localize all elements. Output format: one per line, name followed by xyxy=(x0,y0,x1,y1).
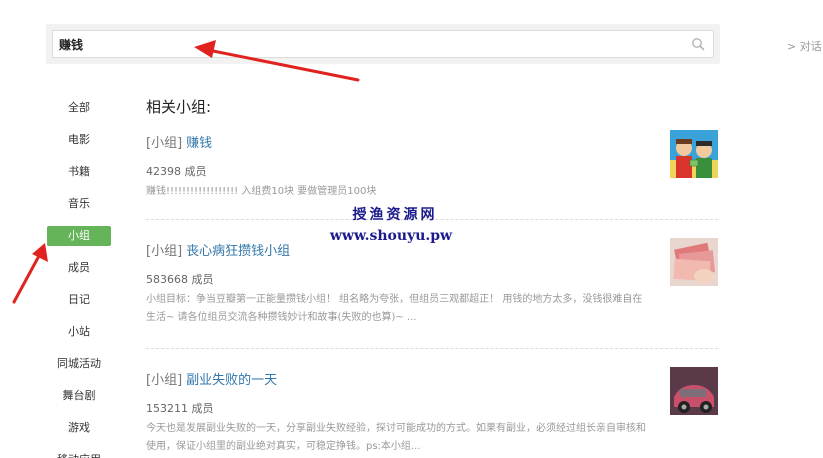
group-name-link[interactable]: 副业失败的一天 xyxy=(186,373,277,388)
search-bar xyxy=(46,24,720,64)
group-description: 赚钱!!!!!!!!!!!!!!!!!! 入组费10块 要做管理员100块 xyxy=(146,186,377,197)
group-result: [小组] 丧心病狂攒钱小组 583668 成员 小组目标：争当豆瓣第一正能量攒钱小… xyxy=(146,238,718,327)
sidebar-item-diary[interactable]: 日记 xyxy=(44,284,114,316)
group-result: [小组] 副业失败的一天 153211 成员 今天也是发展副业失败的一天，分享副业… xyxy=(146,367,718,456)
watermark-url: www.shouyu.pw xyxy=(329,228,453,244)
arrow-to-groups-icon xyxy=(12,243,48,304)
category-sidebar: 全部 电影 书籍 音乐 小组 成员 日记 小站 同城活动 舞台剧 游戏 移动应用 xyxy=(44,92,114,458)
group-avatar[interactable] xyxy=(670,130,718,178)
result-divider xyxy=(146,348,718,349)
group-description: 今天也是发展副业失败的一天，分享副业失败经验，探讨可能成功的方式。如果有副业，必… xyxy=(146,423,646,452)
result-tag: [小组] xyxy=(146,244,183,259)
sidebar-item-books[interactable]: 书籍 xyxy=(44,156,114,188)
result-tag: [小组] xyxy=(146,373,183,388)
sidebar-item-drama[interactable]: 舞台剧 xyxy=(44,380,114,412)
member-count: 42398 成员 xyxy=(146,165,207,178)
group-avatar[interactable] xyxy=(670,367,718,415)
result-heading: [小组] 副业失败的一天 xyxy=(146,369,718,388)
group-name-link[interactable]: 丧心病狂攒钱小组 xyxy=(186,244,290,259)
sidebar-item-local-events[interactable]: 同城活动 xyxy=(44,348,114,380)
member-count: 153211 成员 xyxy=(146,402,214,415)
watermark-title: 授渔资源网 xyxy=(352,207,438,223)
group-avatar[interactable] xyxy=(670,238,718,286)
search-input[interactable] xyxy=(59,34,679,54)
group-result: [小组] 赚钱 42398 成员 赚钱!!!!!!!!!!!!!!!!!! 入组费… xyxy=(146,130,718,201)
search-icon[interactable] xyxy=(691,37,705,51)
sidebar-item-groups[interactable]: 小组 xyxy=(47,226,111,246)
section-title: 相关小组: xyxy=(146,98,212,116)
result-heading: [小组] 赚钱 xyxy=(146,132,718,151)
sidebar-item-all[interactable]: 全部 xyxy=(44,92,114,124)
sidebar-item-mobile-apps[interactable]: 移动应用 xyxy=(44,444,114,458)
dialog-link[interactable]: > 对话 xyxy=(787,38,822,54)
result-tag: [小组] xyxy=(146,136,183,151)
sidebar-item-movie[interactable]: 电影 xyxy=(44,124,114,156)
sidebar-item-games[interactable]: 游戏 xyxy=(44,412,114,444)
sidebar-item-music[interactable]: 音乐 xyxy=(44,188,114,220)
group-name-link[interactable]: 赚钱 xyxy=(186,136,212,151)
search-box[interactable] xyxy=(52,30,714,58)
sidebar-item-members[interactable]: 成员 xyxy=(44,252,114,284)
watermark: 授渔资源网 www.shouyu.pw xyxy=(330,204,454,244)
group-description: 小组目标：争当豆瓣第一正能量攒钱小组！ 组名略为夸张，但组员三观都超正！ 用钱的… xyxy=(146,294,643,323)
member-count: 583668 成员 xyxy=(146,273,214,286)
sidebar-item-sites[interactable]: 小站 xyxy=(44,316,114,348)
